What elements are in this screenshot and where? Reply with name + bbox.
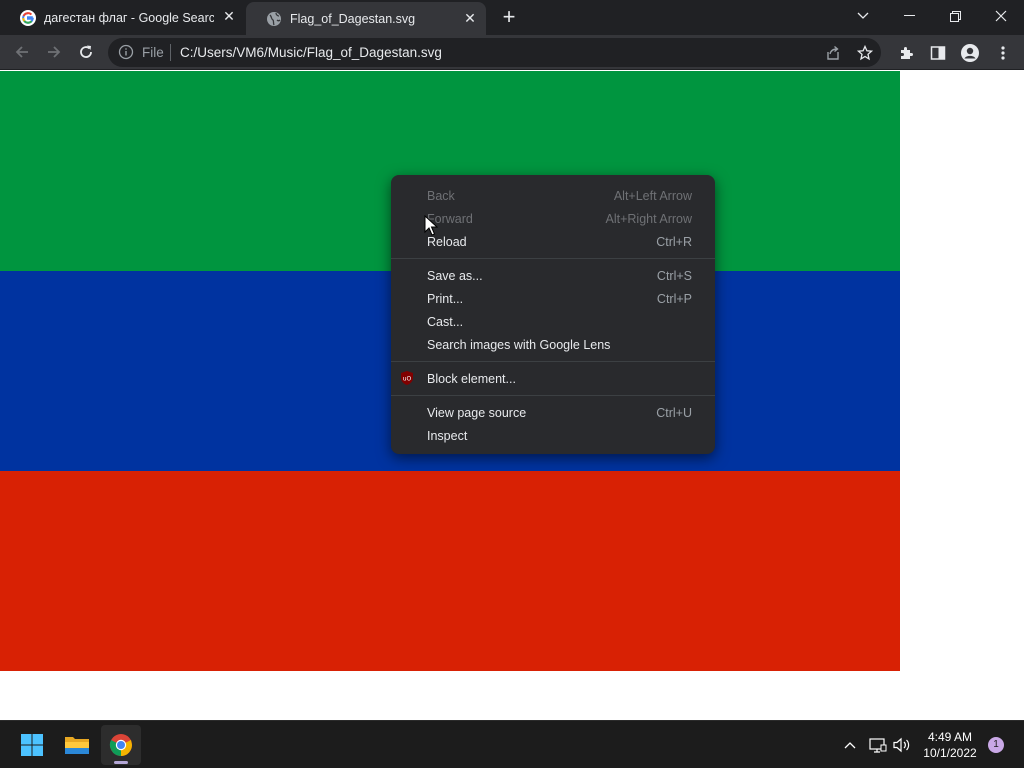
restore-button[interactable] — [932, 0, 978, 32]
menu-item-shortcut: Ctrl+R — [656, 234, 692, 249]
share-icon[interactable] — [824, 44, 842, 62]
mouse-cursor-icon — [424, 215, 438, 236]
profile-avatar-icon[interactable] — [960, 43, 980, 63]
clock-date: 10/1/2022 — [923, 746, 977, 760]
volume-icon[interactable] — [892, 735, 912, 755]
side-panel-icon[interactable] — [928, 43, 948, 63]
menu-item-shortcut: Alt+Right Arrow — [605, 211, 693, 226]
tab-title: Flag_of_Dagestan.svg — [290, 11, 416, 26]
browser-toolbar: File C:/Users/VM6/Music/Flag_of_Dagestan… — [0, 35, 1024, 70]
extensions-puzzle-icon[interactable] — [896, 43, 916, 63]
menu-item-back: Back Alt+Left Arrow — [391, 184, 715, 207]
chevron-up-icon[interactable] — [840, 735, 860, 755]
menu-item-print[interactable]: Print... Ctrl+P — [391, 287, 715, 310]
info-icon[interactable] — [118, 44, 134, 60]
reload-button[interactable] — [74, 40, 98, 64]
back-button[interactable] — [10, 40, 34, 64]
menu-separator — [391, 258, 715, 259]
menu-item-search-images-with-google-lens[interactable]: Search images with Google Lens — [391, 333, 715, 356]
omnibox-divider — [170, 44, 171, 61]
menu-item-label: Back — [427, 188, 455, 203]
close-window-button[interactable] — [978, 0, 1024, 32]
chrome-icon[interactable] — [101, 725, 141, 765]
scheme-label: File — [142, 45, 164, 60]
url-text[interactable]: C:/Users/VM6/Music/Flag_of_Dagestan.svg — [180, 45, 442, 60]
menu-item-shortcut: Ctrl+P — [656, 291, 692, 306]
google-g-icon — [20, 9, 36, 26]
menu-item-shortcut: Ctrl+S — [656, 268, 692, 283]
tab-title: дагестан флаг - Google Search — [44, 10, 214, 25]
menu-item-inspect[interactable]: Inspect — [391, 424, 715, 447]
notification-badge[interactable]: 1 — [988, 737, 1004, 753]
network-icon[interactable] — [868, 735, 888, 755]
file-explorer-icon[interactable] — [57, 725, 97, 765]
tab-flag-of-dagestan[interactable]: Flag_of_Dagestan.svg ✕ — [246, 2, 486, 35]
arrow-right-icon — [48, 46, 61, 58]
active-app-indicator — [114, 761, 128, 764]
menu-item-label: Print... — [427, 291, 464, 306]
clock-time: 4:49 AM — [927, 730, 973, 744]
menu-item-view-page-source[interactable]: View page source Ctrl+U — [391, 401, 715, 424]
context-menu: Back Alt+Left Arrow Forward Alt+Right Arrow… — [391, 175, 715, 454]
menu-item-forward: Forward Alt+Right Arrow — [391, 207, 715, 230]
menu-separator — [391, 361, 715, 362]
system-clock[interactable]: 4:49 AM 10/1/2022 — [914, 729, 986, 761]
tab-google-search[interactable]: дагестан флаг - Google Search ✕ — [0, 0, 245, 35]
new-tab-button[interactable]: + — [498, 6, 520, 29]
menu-item-label: Cast... — [427, 314, 464, 329]
bookmark-star-icon[interactable] — [856, 44, 874, 62]
menu-item-save-as[interactable]: Save as... Ctrl+S — [391, 264, 715, 287]
arrow-left-icon — [15, 46, 28, 58]
menu-item-shortcut: Ctrl+U — [656, 405, 692, 420]
menu-separator — [391, 395, 715, 396]
flag-stripe-red — [0, 471, 900, 671]
tab-close-icon[interactable]: ✕ — [462, 10, 478, 26]
reload-icon — [80, 45, 92, 58]
address-bar[interactable]: File C:/Users/VM6/Music/Flag_of_Dagestan… — [108, 38, 881, 67]
taskbar: 4:49 AM 10/1/2022 1 — [0, 720, 1024, 768]
svg-text:uO: uO — [403, 376, 412, 383]
menu-item-label: Inspect — [427, 428, 468, 443]
menu-item-reload[interactable]: Reload Ctrl+R — [391, 230, 715, 253]
menu-item-label: Search images with Google Lens — [427, 337, 611, 352]
globe-icon — [266, 11, 282, 27]
tab-close-icon[interactable]: ✕ — [221, 8, 237, 24]
menu-item-block-element[interactable]: uO Block element... — [391, 367, 715, 390]
menu-item-shortcut: Alt+Left Arrow — [613, 188, 692, 203]
windows-start-icon[interactable] — [12, 725, 52, 765]
menu-item-label: Block element... — [427, 371, 516, 386]
tab-search-chevron-icon[interactable] — [840, 0, 886, 32]
menu-item-label: Save as... — [427, 268, 483, 283]
forward-button[interactable] — [42, 40, 66, 64]
ublock-origin-icon: uO — [399, 370, 415, 386]
menu-item-label: View page source — [427, 405, 527, 420]
tab-strip: дагестан флаг - Google Search ✕ Flag_of_… — [0, 0, 1024, 35]
more-options-icon[interactable] — [993, 43, 1013, 63]
menu-item-cast[interactable]: Cast... — [391, 310, 715, 333]
minimize-button[interactable] — [886, 0, 932, 32]
